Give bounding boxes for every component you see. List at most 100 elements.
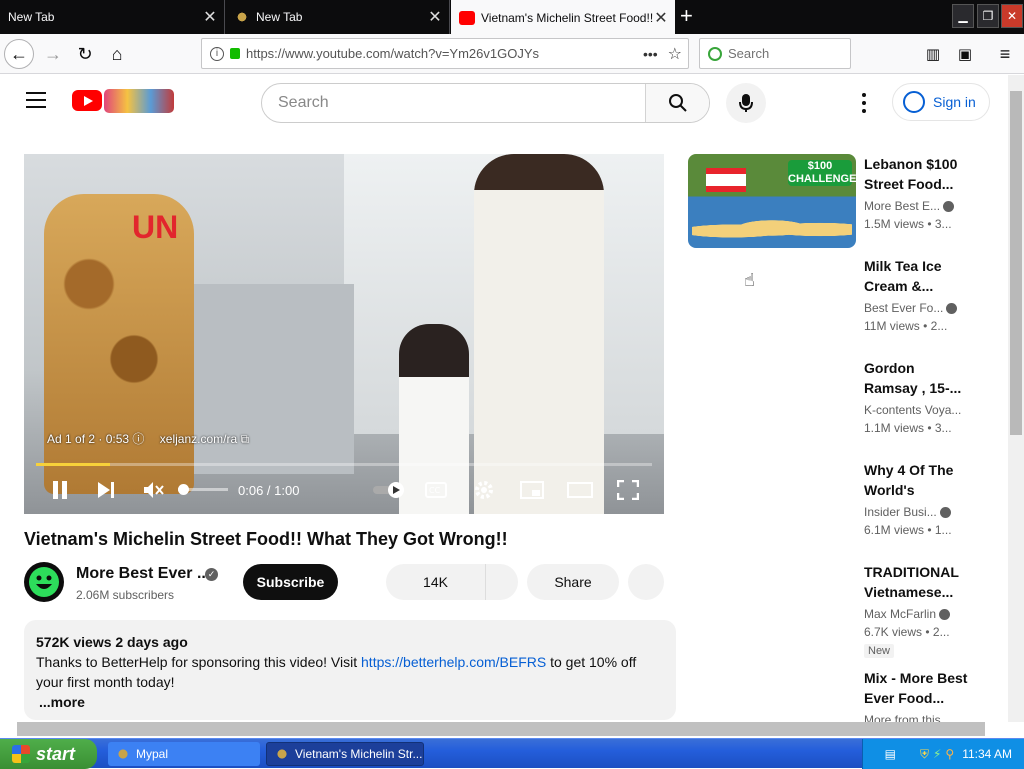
- recommendation-stats: 11M views • 2...: [864, 319, 948, 333]
- description-box[interactable]: 572K views 2 days ago Thanks to BetterHe…: [24, 620, 676, 720]
- tab-bar: New Tab ✕ New Tab ✕ Vietnam's Michelin S…: [0, 0, 1024, 36]
- share-button[interactable]: Share: [527, 564, 619, 600]
- new-badge: New: [864, 644, 895, 658]
- muted-speaker-icon: [144, 482, 164, 498]
- video-player[interactable]: UN Ad 1 of 2 · 0:53 ⓘ xeljanz.com/ra ⧉ 0…: [24, 154, 664, 514]
- mouse-cursor-icon: ☝: [744, 270, 755, 290]
- page-scrollbar[interactable]: [1008, 75, 1024, 722]
- dislike-button[interactable]: [486, 564, 518, 600]
- recommendation-item[interactable]: TRADITIONAL Vietnamese... Max McFarlin 6…: [688, 562, 978, 662]
- url-text[interactable]: https://www.youtube.com/watch?v=Ym26v1GO…: [246, 46, 643, 61]
- pizza-image: [692, 216, 852, 246]
- recommendation-channel: Best Ever Fo...: [864, 301, 964, 315]
- settings-button[interactable]: [468, 474, 500, 506]
- recommendation-channel-name: Best Ever Fo...: [864, 301, 944, 315]
- external-link-icon[interactable]: ⧉: [240, 432, 249, 446]
- autoplay-toggle[interactable]: [370, 474, 410, 506]
- search-tray-icon[interactable]: ⚲: [945, 747, 954, 761]
- hamburger-menu-icon[interactable]: [26, 92, 46, 108]
- captions-icon: CC: [425, 482, 447, 498]
- captions-button[interactable]: CC: [420, 474, 452, 506]
- info-icon[interactable]: i: [210, 46, 224, 61]
- fullscreen-button[interactable]: [612, 474, 644, 506]
- video-thumbnail[interactable]: $100 CHALLENGE: [688, 154, 856, 248]
- page-actions-icon[interactable]: •••: [643, 46, 658, 62]
- recommendation-title[interactable]: Mix - More Best Ever Food...: [864, 668, 968, 708]
- recommendation-channel: Max McFarlin: [864, 607, 964, 621]
- recommendation-item[interactable]: Milk Tea Ice Cream &... Best Ever Fo... …: [688, 256, 978, 356]
- recommendation-title[interactable]: Why 4 Of The World's Pricie...: [864, 460, 968, 500]
- info-icon[interactable]: ⓘ: [132, 432, 144, 446]
- settings-kebab-icon[interactable]: [856, 91, 872, 115]
- taskbar-item-mypal[interactable]: Mypal: [108, 742, 260, 766]
- recommendation-title[interactable]: Gordon Ramsay , 15-...: [864, 358, 968, 398]
- youtube-logo[interactable]: [72, 90, 102, 111]
- tab-youtube-video[interactable]: Vietnam's Michelin Street Food!! W ✕: [451, 0, 675, 36]
- restore-button[interactable]: ❐: [977, 4, 999, 28]
- new-tab-button[interactable]: +: [680, 5, 693, 27]
- taskbar: start Mypal Vietnam's Michelin Str... ▤ …: [0, 738, 1024, 769]
- volume-slider[interactable]: [178, 484, 228, 495]
- close-icon[interactable]: ✕: [202, 7, 218, 27]
- voice-search-button[interactable]: [726, 83, 766, 123]
- video-progress-bar[interactable]: [36, 463, 652, 466]
- recommendation-title[interactable]: TRADITIONAL Vietnamese...: [864, 562, 968, 602]
- system-tray: ▤ ⛨ ⚡ ⚲ 11:34 AM: [862, 739, 1024, 769]
- next-button[interactable]: [90, 474, 122, 506]
- security-shield-icon[interactable]: ⛨: [920, 747, 929, 762]
- recommendation-title[interactable]: Milk Tea Ice Cream &...: [864, 256, 968, 296]
- youtube-search-bar[interactable]: Search: [261, 83, 710, 123]
- horizontal-scrollbar[interactable]: [17, 722, 985, 736]
- reload-button[interactable]: ↻: [70, 39, 100, 69]
- lebanon-flag: [706, 168, 746, 192]
- sidebar-toggle-icon[interactable]: ▣: [950, 39, 980, 69]
- volume-knob[interactable]: [178, 484, 189, 495]
- recommendation-title[interactable]: Lebanon $100 Street Food...: [864, 154, 968, 194]
- recommendation-stats: 1.1M views • 3...: [864, 421, 952, 435]
- library-icon[interactable]: ▥: [918, 39, 948, 69]
- home-button[interactable]: ⌂: [102, 39, 132, 69]
- miniplayer-button[interactable]: [516, 474, 548, 506]
- ad-label: Ad 1 of 2 · 0:53: [47, 432, 130, 446]
- theater-mode-button[interactable]: [564, 474, 596, 506]
- keyboard-icon[interactable]: ▤: [885, 747, 896, 761]
- search-button[interactable]: [645, 84, 709, 122]
- recommendation-item[interactable]: Why 4 Of The World's Pricie... Insider B…: [688, 460, 978, 560]
- bookmark-star-icon[interactable]: ☆: [668, 44, 682, 64]
- mypal-icon: [275, 747, 289, 761]
- channel-name[interactable]: More Best Ever ...: [76, 565, 210, 583]
- recommendation-item[interactable]: Mix - More Best Ever Food... More from t…: [688, 668, 978, 722]
- channel-avatar[interactable]: [24, 562, 64, 602]
- taskbar-item-youtube[interactable]: Vietnam's Michelin Str...: [266, 742, 424, 766]
- recommendation-channel: More Best E...: [864, 199, 964, 213]
- tab-new-tab-1[interactable]: New Tab ✕: [0, 0, 225, 34]
- back-button[interactable]: ←: [4, 39, 34, 69]
- mute-button[interactable]: [137, 474, 169, 506]
- scrollbar-thumb[interactable]: [1010, 91, 1022, 435]
- network-icon[interactable]: ⚡: [933, 747, 941, 761]
- close-icon[interactable]: ✕: [653, 8, 669, 28]
- close-icon[interactable]: ✕: [427, 7, 443, 27]
- video-title: Vietnam's Michelin Street Food!! What Th…: [24, 529, 508, 549]
- window-close-button[interactable]: ✕: [1001, 4, 1023, 28]
- browser-search-box[interactable]: Search: [699, 38, 851, 69]
- url-bar[interactable]: i https://www.youtube.com/watch?v=Ym26v1…: [201, 38, 689, 69]
- show-more-button[interactable]: ...more: [39, 692, 664, 712]
- pause-button[interactable]: [44, 474, 76, 506]
- sign-in-label: Sign in: [933, 94, 976, 110]
- forward-button[interactable]: →: [38, 39, 68, 69]
- subscribe-button[interactable]: Subscribe: [243, 564, 338, 600]
- sponsor-link[interactable]: https://betterhelp.com/BEFRS: [361, 654, 546, 670]
- youtube-doodle-logo[interactable]: [104, 89, 174, 113]
- tab-new-tab-2[interactable]: New Tab ✕: [226, 0, 450, 34]
- recommendation-item[interactable]: $100 CHALLENGE Lebanon $100 Street Food.…: [688, 154, 978, 254]
- more-actions-button[interactable]: [628, 564, 664, 600]
- sign-in-button[interactable]: Sign in: [892, 83, 990, 121]
- like-button[interactable]: 14K: [386, 564, 486, 600]
- menu-icon[interactable]: ≡: [990, 39, 1020, 69]
- ad-link[interactable]: xeljanz.com/ra: [160, 432, 237, 446]
- youtube-search-input[interactable]: Search: [262, 84, 645, 122]
- start-button[interactable]: start: [0, 739, 97, 769]
- minimize-button[interactable]: ▁: [952, 4, 974, 28]
- recommendation-item[interactable]: Gordon Ramsay , 15-... K-contents Voya..…: [688, 358, 978, 458]
